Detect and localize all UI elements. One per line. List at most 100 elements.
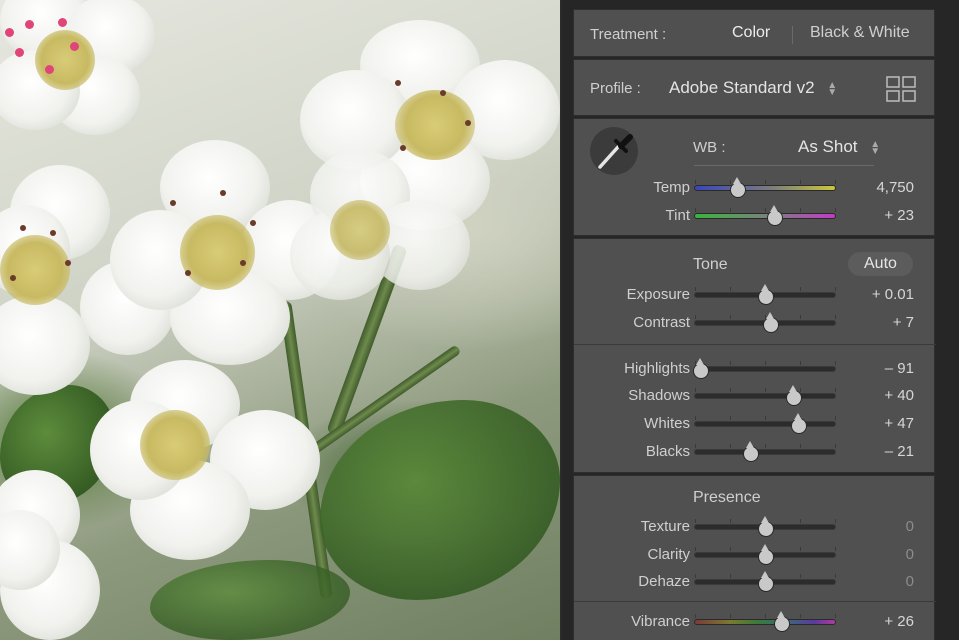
slider-label: Clarity xyxy=(647,546,690,563)
slider-track[interactable] xyxy=(694,614,836,625)
slider-tick xyxy=(730,315,731,319)
slider-label: Exposure xyxy=(626,286,690,303)
slider-tick xyxy=(800,315,801,319)
auto-button[interactable]: Auto xyxy=(848,252,913,276)
slider-tick xyxy=(800,208,801,212)
updown-arrows-icon: ▲ ▼ xyxy=(827,79,838,98)
slider-track[interactable] xyxy=(694,361,836,372)
wb-section: WB : As Shot ▲ ▼ Temp 4,750 Tint + 23 xyxy=(573,118,935,236)
slider-tick xyxy=(730,416,731,420)
slider-thumb[interactable] xyxy=(773,611,790,632)
profile-value: Adobe Standard v2 xyxy=(669,78,815,97)
slider-value[interactable]: 4,750 xyxy=(854,179,914,196)
profile-dropdown[interactable]: Adobe Standard v2 ▲ ▼ xyxy=(669,78,837,98)
slider-track[interactable] xyxy=(694,180,836,191)
tone-divider xyxy=(574,344,936,345)
slider-tick xyxy=(765,614,766,618)
photo-preview xyxy=(0,0,560,640)
slider-thumb[interactable] xyxy=(758,571,774,592)
slider-value[interactable]: + 7 xyxy=(854,314,914,331)
slider-track[interactable] xyxy=(694,388,836,399)
slider-label: Whites xyxy=(644,415,690,432)
eyedropper-icon[interactable] xyxy=(588,125,640,177)
treatment-color-button[interactable]: Color xyxy=(732,24,770,42)
slider-tick xyxy=(835,388,836,392)
slider-tick xyxy=(835,416,836,420)
slider-tick xyxy=(800,574,801,578)
slider-tick xyxy=(800,361,801,365)
slider-tick xyxy=(835,444,836,448)
wb-dropdown[interactable]: As Shot ▲ ▼ xyxy=(798,137,880,157)
slider-label: Highlights xyxy=(624,360,690,377)
slider-tick xyxy=(835,208,836,212)
treatment-divider xyxy=(792,26,793,44)
presence-divider xyxy=(574,601,936,602)
slider-value[interactable]: + 26 xyxy=(854,613,914,630)
slider-tick xyxy=(765,180,766,184)
slider-value[interactable]: + 23 xyxy=(854,207,914,224)
slider-tick xyxy=(835,287,836,291)
slider-thumb[interactable] xyxy=(766,205,783,226)
slider-tick xyxy=(800,614,801,618)
slider-thumb[interactable] xyxy=(743,441,760,462)
slider-tick xyxy=(695,208,696,212)
slider-tick xyxy=(765,388,766,392)
slider-label: Shadows xyxy=(628,387,690,404)
slider-tick xyxy=(695,180,696,184)
slider-label: Contrast xyxy=(633,314,690,331)
slider-tick xyxy=(835,315,836,319)
slider-track[interactable] xyxy=(694,416,836,427)
slider-value[interactable]: 0 xyxy=(854,573,914,590)
slider-thumb[interactable] xyxy=(762,312,779,333)
slider-value[interactable]: + 0.01 xyxy=(854,286,914,303)
tone-section: Tone Auto Exposure + 0.01 Contrast + 7 H… xyxy=(573,238,936,473)
slider-tick xyxy=(800,287,801,291)
slider-tick xyxy=(835,361,836,365)
slider-tick xyxy=(695,315,696,319)
wb-underline xyxy=(694,165,874,166)
tone-title: Tone xyxy=(693,256,728,273)
slider-tick xyxy=(695,614,696,618)
slider-thumb[interactable] xyxy=(758,544,774,565)
slider-value[interactable]: + 40 xyxy=(854,387,914,404)
updown-arrows-icon: ▲ ▼ xyxy=(870,138,881,157)
slider-value[interactable]: + 47 xyxy=(854,415,914,432)
slider-thumb[interactable] xyxy=(758,516,774,537)
treatment-section: Treatment : Color Black & White xyxy=(573,9,935,57)
slider-label: Vibrance xyxy=(631,613,690,630)
slider-thumb[interactable] xyxy=(729,177,746,198)
slider-tick xyxy=(730,547,731,551)
slider-tick xyxy=(800,519,801,523)
slider-label: Blacks xyxy=(645,443,690,460)
slider-tick xyxy=(800,444,801,448)
slider-thumb[interactable] xyxy=(758,284,774,305)
slider-value[interactable]: 0 xyxy=(854,518,914,535)
slider-tick xyxy=(835,180,836,184)
slider-thumb[interactable] xyxy=(791,413,808,434)
slider-tick xyxy=(800,547,801,551)
wb-label: WB : xyxy=(693,139,726,156)
slider-tick xyxy=(695,287,696,291)
slider-track[interactable] xyxy=(694,208,836,219)
treatment-label: Treatment : xyxy=(590,26,667,43)
slider-thumb[interactable] xyxy=(693,358,710,379)
slider-value[interactable]: – 21 xyxy=(854,443,914,460)
grid-icon[interactable] xyxy=(886,76,916,102)
slider-value[interactable]: – 91 xyxy=(854,360,914,377)
slider-track[interactable] xyxy=(694,444,836,455)
slider-tick xyxy=(800,180,801,184)
slider-tick xyxy=(730,287,731,291)
slider-tick xyxy=(835,574,836,578)
basic-panel: Treatment : Color Black & White Profile … xyxy=(562,0,959,640)
slider-label: Dehaze xyxy=(638,573,690,590)
slider-tick xyxy=(730,388,731,392)
treatment-bw-button[interactable]: Black & White xyxy=(810,24,910,42)
slider-tick xyxy=(765,416,766,420)
slider-thumb[interactable] xyxy=(786,385,803,406)
slider-label: Temp xyxy=(653,179,690,196)
slider-label: Texture xyxy=(640,518,690,535)
slider-tick xyxy=(695,547,696,551)
slider-value[interactable]: 0 xyxy=(854,546,914,563)
slider-tick xyxy=(730,444,731,448)
slider-tick xyxy=(695,416,696,420)
